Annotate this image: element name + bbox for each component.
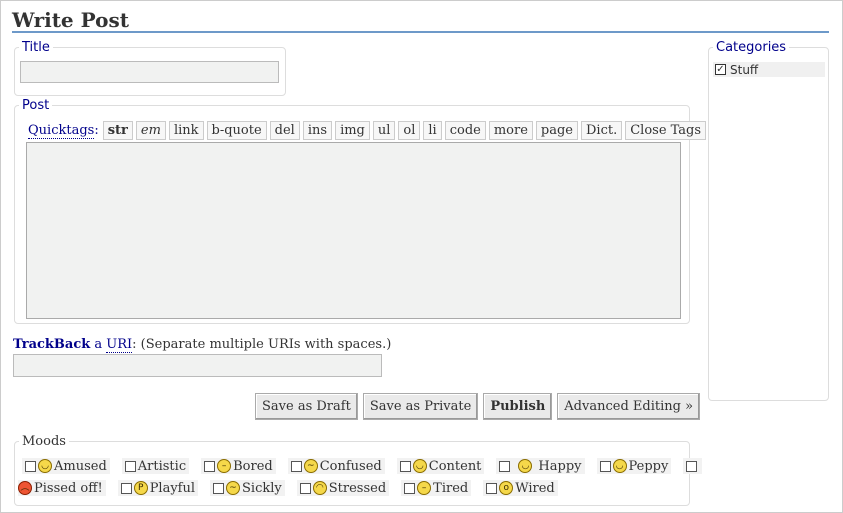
sickly-smiley-icon: ~ bbox=[226, 481, 241, 495]
save-draft-button[interactable]: Save as Draft bbox=[255, 393, 358, 420]
mood-content-checkbox[interactable] bbox=[399, 460, 411, 472]
quicktag-ul-button[interactable]: ul bbox=[372, 120, 396, 140]
mood-label: Artistic bbox=[137, 458, 187, 474]
mood-peppy[interactable]: ◡ Peppy bbox=[596, 458, 672, 474]
categories-fieldset: Categories bbox=[708, 40, 829, 401]
categories-legend: Categories bbox=[716, 40, 787, 55]
quicktags-label: Quicktags: bbox=[28, 122, 99, 139]
mood-content[interactable]: ◡ Content bbox=[396, 458, 485, 474]
moods-row-2: ︵ Pissed off! P Playful ~ Sickly ◠ Stressed … bbox=[18, 479, 570, 497]
peppy-smiley-icon: ◡ bbox=[612, 459, 627, 473]
mood-label: Bored bbox=[233, 458, 273, 474]
confused-smiley-icon: ~ bbox=[303, 459, 318, 473]
publish-button[interactable]: Publish bbox=[483, 393, 553, 420]
trackback-note: : (Separate multiple URIs with spaces.) bbox=[132, 337, 392, 352]
mood-bored[interactable]: – Bored bbox=[201, 458, 276, 474]
quicktag-close-tags-button[interactable]: Close Tags bbox=[625, 120, 707, 140]
wired-smiley-icon: o bbox=[499, 481, 514, 495]
mood-label: Happy bbox=[538, 458, 582, 474]
quicktag-ol-button[interactable]: ol bbox=[398, 120, 421, 140]
mood-label: Tired bbox=[433, 480, 469, 496]
mood-tired[interactable]: – Tired bbox=[401, 480, 472, 496]
title-input[interactable] bbox=[20, 61, 279, 83]
quicktag-link-button[interactable]: link bbox=[168, 120, 204, 140]
title-divider bbox=[12, 31, 829, 33]
quicktag-code-button[interactable]: code bbox=[444, 120, 486, 140]
quicktags-toolbar: Quicktags: str em link b-quote del ins i… bbox=[28, 120, 709, 140]
quicktag-ins-button[interactable]: ins bbox=[302, 120, 333, 140]
mood-label: Sickly bbox=[242, 480, 282, 496]
pissed-off-smiley-icon: ︵ bbox=[18, 481, 32, 495]
categories-list: ✓ Stuff bbox=[713, 62, 825, 77]
mood-label: Confused bbox=[319, 458, 382, 474]
mood-pissed-off[interactable] bbox=[683, 458, 703, 474]
mood-artistic-checkbox[interactable] bbox=[124, 460, 136, 472]
category-item[interactable]: ✓ Stuff bbox=[713, 62, 825, 77]
mood-wired-checkbox[interactable] bbox=[486, 482, 498, 494]
quicktag-bquote-button[interactable]: b-quote bbox=[206, 120, 267, 140]
moods-row-1: ◡ Amused Artistic – Bored ~ Confused ◡ Conte… bbox=[22, 457, 703, 475]
quicktag-em-button[interactable]: em bbox=[135, 120, 166, 140]
content-smiley-icon: ◡ bbox=[412, 459, 427, 473]
tired-smiley-icon: – bbox=[417, 481, 432, 495]
quicktags-colon: : bbox=[94, 122, 99, 138]
mood-confused[interactable]: ~ Confused bbox=[287, 458, 385, 474]
playful-smiley-icon: P bbox=[133, 481, 148, 495]
amused-smiley-icon: ◡ bbox=[38, 459, 52, 473]
mood-confused-checkbox[interactable] bbox=[290, 460, 302, 472]
category-stuff-checkbox[interactable]: ✓ bbox=[715, 64, 726, 75]
quicktags-link[interactable]: Quicktags bbox=[28, 122, 95, 139]
mood-amused-checkbox[interactable] bbox=[25, 460, 36, 472]
bored-smiley-icon: – bbox=[217, 459, 232, 473]
quicktag-more-button[interactable]: more bbox=[488, 120, 533, 140]
mood-playful-checkbox[interactable] bbox=[120, 482, 132, 494]
mood-happy-checkbox[interactable] bbox=[499, 460, 511, 472]
quicktag-img-button[interactable]: img bbox=[335, 120, 370, 140]
stressed-smiley-icon: ◠ bbox=[312, 481, 327, 495]
page-title: Write Post bbox=[12, 8, 129, 32]
mood-label: Peppy bbox=[628, 458, 669, 474]
trackback-link[interactable]: TrackBack bbox=[13, 337, 90, 352]
quicktag-li-button[interactable]: li bbox=[423, 120, 442, 140]
category-label: Stuff bbox=[730, 62, 759, 77]
mood-label: Pissed off! bbox=[34, 480, 103, 496]
mood-wired[interactable]: o Wired bbox=[483, 480, 558, 496]
mood-peppy-checkbox[interactable] bbox=[599, 460, 611, 472]
trackback-input[interactable] bbox=[13, 354, 382, 377]
mood-label: Content bbox=[428, 458, 482, 474]
mood-label: Stressed bbox=[328, 480, 387, 496]
uri-link[interactable]: URI bbox=[106, 337, 133, 353]
mood-bored-checkbox[interactable] bbox=[204, 460, 216, 472]
happy-smiley-icon: ◡ bbox=[518, 459, 533, 473]
mood-tired-checkbox[interactable] bbox=[404, 482, 416, 494]
title-legend: Title bbox=[22, 40, 50, 55]
mood-pissed-off-checkbox[interactable] bbox=[686, 460, 698, 472]
post-content-textarea[interactable] bbox=[26, 142, 681, 319]
mood-label: Wired bbox=[515, 480, 555, 496]
quicktag-str-button[interactable]: str bbox=[102, 120, 133, 140]
advanced-editing-button[interactable]: Advanced Editing » bbox=[557, 393, 701, 420]
mood-amused[interactable]: ◡ Amused bbox=[22, 458, 110, 474]
quicktag-dict-button[interactable]: Dict. bbox=[581, 120, 623, 140]
mood-label: Playful bbox=[149, 480, 196, 496]
trackback-label: TrackBack a URI: (Separate multiple URIs… bbox=[13, 337, 392, 353]
quicktag-del-button[interactable]: del bbox=[269, 120, 300, 140]
trackback-connector: a bbox=[90, 337, 107, 352]
moods-legend: Moods bbox=[22, 434, 66, 449]
mood-stressed-checkbox[interactable] bbox=[299, 482, 311, 494]
mood-stressed[interactable]: ◠ Stressed bbox=[296, 480, 390, 496]
save-private-button[interactable]: Save as Private bbox=[362, 393, 479, 420]
mood-pissed-off-label[interactable]: ︵ Pissed off! bbox=[18, 480, 106, 496]
mood-artistic[interactable]: Artistic bbox=[121, 458, 190, 474]
quicktag-page-button[interactable]: page bbox=[535, 120, 578, 140]
post-legend: Post bbox=[22, 98, 50, 113]
mood-happy[interactable]: ◡ Happy bbox=[496, 458, 585, 474]
mood-playful[interactable]: P Playful bbox=[117, 480, 199, 496]
mood-sickly[interactable]: ~ Sickly bbox=[210, 480, 285, 496]
action-bar: Save as Draft Save as Private Publish Ad… bbox=[255, 393, 705, 420]
mood-label: Amused bbox=[54, 458, 107, 474]
mood-sickly-checkbox[interactable] bbox=[213, 482, 225, 494]
